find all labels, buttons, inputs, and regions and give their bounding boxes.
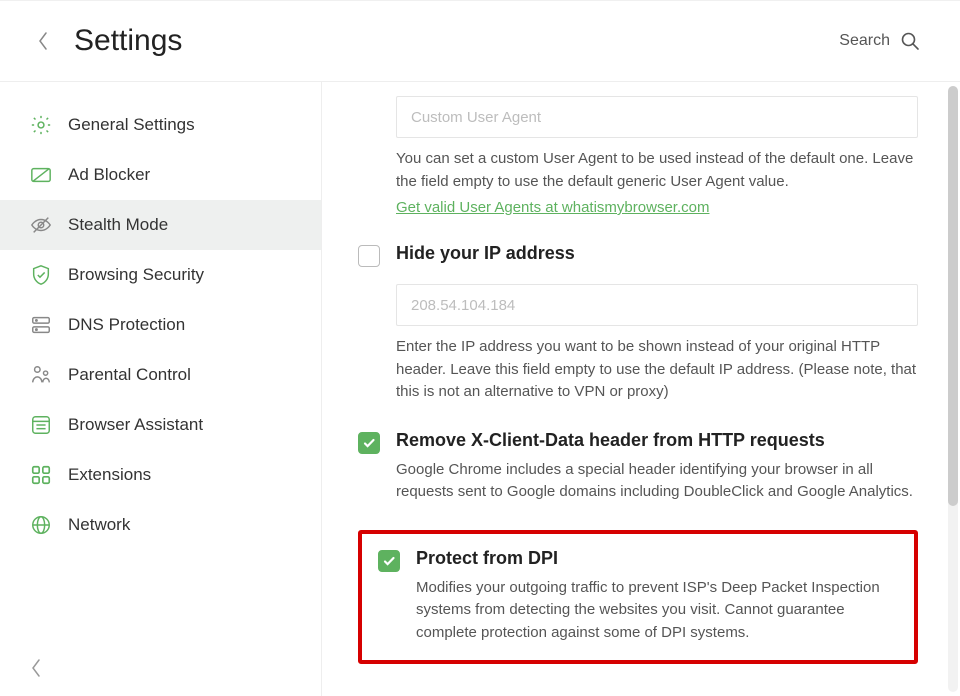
body: General Settings Ad Blocker Stealth Mode…	[0, 82, 960, 696]
sidebar-item-general-settings[interactable]: General Settings	[0, 100, 321, 150]
sidebar-item-label: Browser Assistant	[68, 415, 203, 435]
parental-icon	[30, 364, 52, 386]
setting-protect-dpi-highlight: Protect from DPI Modifies your outgoing …	[358, 530, 918, 665]
search-icon	[900, 31, 920, 51]
sidebar-item-ad-blocker[interactable]: Ad Blocker	[0, 150, 321, 200]
assistant-icon	[30, 414, 52, 436]
settings-content: You can set a custom User Agent to be us…	[358, 96, 918, 664]
blocker-icon	[30, 164, 52, 186]
sidebar-item-label: General Settings	[68, 115, 195, 135]
hide-ip-desc: Enter the IP address you want to be show…	[396, 336, 918, 404]
sidebar-item-label: Ad Blocker	[68, 165, 150, 185]
extensions-icon	[30, 464, 52, 486]
sidebar-item-label: Stealth Mode	[68, 215, 168, 235]
header-bar: Settings Search	[0, 0, 960, 82]
remove-xclient-desc: Google Chrome includes a special header …	[396, 459, 918, 504]
sidebar-item-network[interactable]: Network	[0, 500, 321, 550]
sidebar-item-browsing-security[interactable]: Browsing Security	[0, 250, 321, 300]
protect-dpi-desc: Modifies your outgoing traffic to preven…	[416, 577, 898, 645]
remove-xclient-checkbox[interactable]	[358, 432, 380, 454]
protect-dpi-checkbox[interactable]	[378, 550, 400, 572]
sidebar-item-dns-protection[interactable]: DNS Protection	[0, 300, 321, 350]
main-panel: You can set a custom User Agent to be us…	[322, 82, 960, 696]
hide-ip-input[interactable]	[396, 284, 918, 326]
search-button[interactable]: Search	[839, 31, 920, 51]
sidebar-item-label: DNS Protection	[68, 315, 185, 335]
custom-user-agent-input[interactable]	[396, 96, 918, 138]
chevron-left-icon	[30, 658, 42, 678]
sidebar-item-parental-control[interactable]: Parental Control	[0, 350, 321, 400]
sidebar-collapse-button[interactable]	[0, 658, 321, 696]
setting-remove-xclient: Remove X-Client-Data header from HTTP re…	[358, 430, 918, 504]
remove-xclient-title: Remove X-Client-Data header from HTTP re…	[396, 430, 918, 451]
custom-user-agent-desc: You can set a custom User Agent to be us…	[396, 148, 918, 193]
stealth-icon	[30, 214, 52, 236]
search-label: Search	[839, 32, 890, 50]
hide-ip-title: Hide your IP address	[396, 243, 918, 264]
dns-icon	[30, 314, 52, 336]
sidebar-item-label: Network	[68, 515, 130, 535]
sidebar-item-extensions[interactable]: Extensions	[0, 450, 321, 500]
back-button[interactable]	[34, 32, 52, 50]
scrollbar-thumb[interactable]	[948, 86, 958, 506]
sidebar-item-label: Extensions	[68, 465, 151, 485]
sidebar-item-label: Browsing Security	[68, 265, 204, 285]
sidebar: General Settings Ad Blocker Stealth Mode…	[0, 82, 322, 696]
chevron-left-icon	[37, 31, 49, 51]
protect-dpi-title: Protect from DPI	[416, 548, 898, 569]
header-left: Settings	[34, 24, 182, 58]
setting-hide-ip: Hide your IP address Enter the IP addres…	[358, 243, 918, 404]
sidebar-item-label: Parental Control	[68, 365, 191, 385]
hide-ip-checkbox[interactable]	[358, 245, 380, 267]
setting-custom-user-agent: You can set a custom User Agent to be us…	[396, 96, 918, 217]
user-agent-link[interactable]: Get valid User Agents at whatismybrowser…	[396, 199, 709, 216]
gear-icon	[30, 114, 52, 136]
shield-icon	[30, 264, 52, 286]
page-title: Settings	[74, 24, 182, 58]
sidebar-item-stealth-mode[interactable]: Stealth Mode	[0, 200, 321, 250]
network-icon	[30, 514, 52, 536]
sidebar-item-browser-assistant[interactable]: Browser Assistant	[0, 400, 321, 450]
